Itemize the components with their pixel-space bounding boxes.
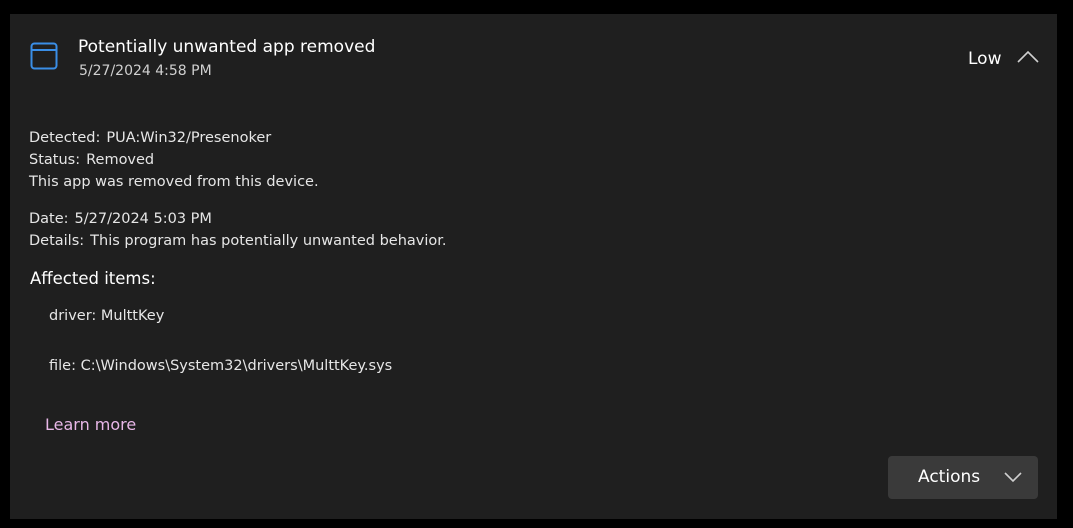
status-row: Status: Removed — [29, 149, 154, 171]
details-value: This program has potentially unwanted be… — [90, 233, 447, 249]
chevron-down-icon — [1003, 469, 1023, 483]
affected-item: driver: MulttKey — [49, 308, 165, 324]
details-row: Details: This program has potentially unw… — [29, 230, 447, 252]
severity-label: Low — [968, 49, 1002, 69]
date-label: Date: — [29, 211, 69, 227]
detected-label: Detected: — [29, 130, 101, 146]
status-note: This app was removed from this device. — [29, 174, 319, 190]
details-label: Details: — [29, 233, 85, 249]
date-row: Date: 5/27/2024 5:03 PM — [29, 208, 212, 230]
affected-items-heading: Affected items: — [30, 269, 156, 288]
threat-date: 5/27/2024 4:58 PM — [79, 63, 212, 79]
app-window-icon — [30, 42, 58, 70]
chevron-up-icon[interactable] — [1016, 48, 1040, 66]
actions-label: Actions — [918, 467, 981, 487]
actions-button[interactable]: Actions — [888, 456, 1038, 499]
threat-title: Potentially unwanted app removed — [78, 37, 376, 57]
detected-row: Detected: PUA:Win32/Presenoker — [29, 127, 271, 149]
detected-value: PUA:Win32/Presenoker — [106, 130, 272, 146]
threat-card: Potentially unwanted app removed 5/27/20… — [10, 14, 1057, 519]
status-label: Status: — [29, 152, 81, 168]
status-value: Removed — [86, 152, 155, 168]
learn-more-link[interactable]: Learn more — [45, 415, 136, 434]
date-value: 5/27/2024 5:03 PM — [74, 211, 212, 227]
affected-item: file: C:\Windows\System32\drivers\MulttK… — [49, 358, 393, 374]
